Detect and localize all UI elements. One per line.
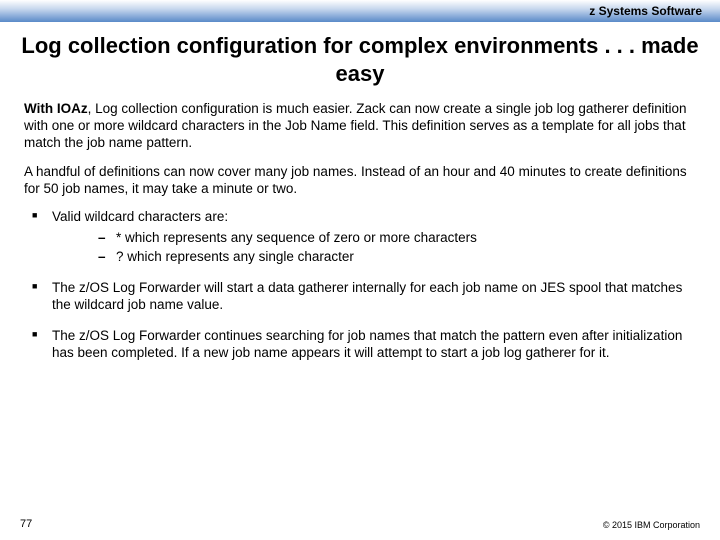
- brand-text: z Systems Software: [589, 4, 702, 18]
- copyright: © 2015 IBM Corporation: [603, 520, 700, 530]
- bullet-1-sub-1: * which represents any sequence of zero …: [98, 230, 696, 247]
- paragraph-2: A handful of definitions can now cover m…: [24, 164, 696, 198]
- page-number: 77: [20, 518, 32, 530]
- bullet-1-sublist: * which represents any sequence of zero …: [52, 230, 696, 266]
- slide-title: Log collection configuration for complex…: [0, 32, 720, 87]
- bullet-1-sub-2: ? which represents any single character: [98, 249, 696, 266]
- slide-content: With IOAz, Log collection configuration …: [0, 101, 720, 362]
- header-bar: z Systems Software: [0, 0, 720, 22]
- bullet-list: Valid wildcard characters are: * which r…: [24, 209, 696, 361]
- paragraph-1: With IOAz, Log collection configuration …: [24, 101, 696, 152]
- bullet-2: The z/OS Log Forwarder will start a data…: [32, 280, 696, 314]
- paragraph-1-rest: , Log collection configuration is much e…: [24, 101, 686, 150]
- footer: 77 © 2015 IBM Corporation: [0, 518, 720, 530]
- bullet-1-text: Valid wildcard characters are:: [52, 209, 228, 224]
- bullet-3: The z/OS Log Forwarder continues searchi…: [32, 328, 696, 362]
- bullet-1: Valid wildcard characters are: * which r…: [32, 209, 696, 266]
- paragraph-1-lead: With IOAz: [24, 101, 88, 116]
